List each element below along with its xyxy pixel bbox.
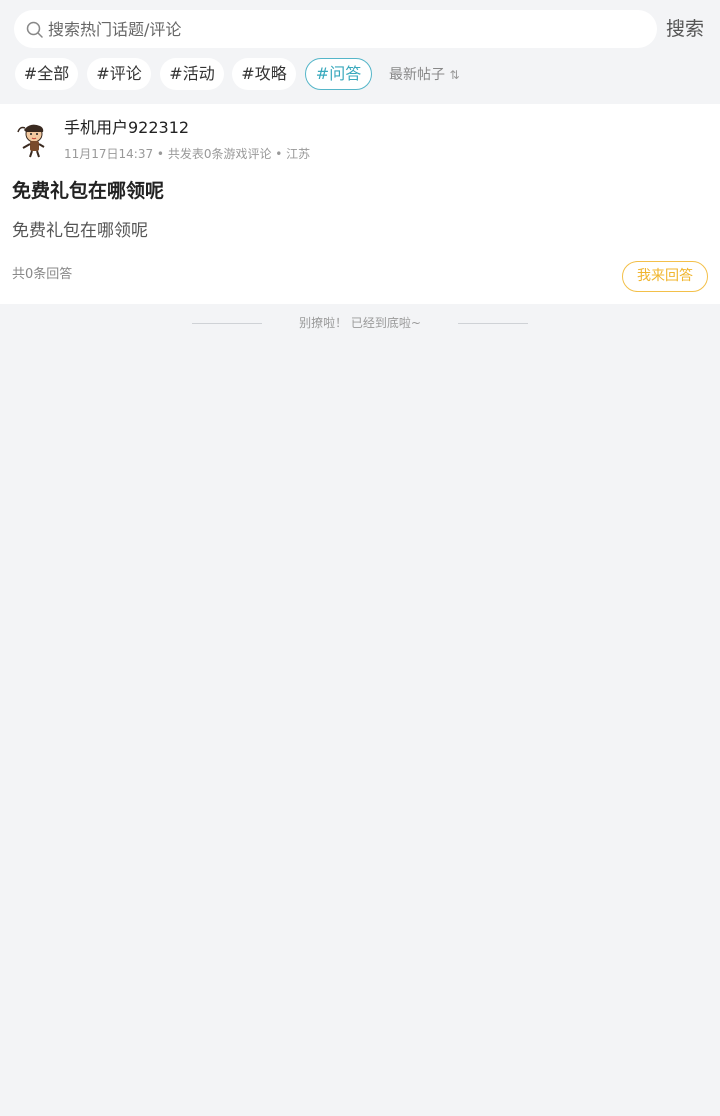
search-box[interactable] xyxy=(14,10,657,48)
post-username[interactable]: 手机用户922312 xyxy=(64,117,189,139)
answer-count: 共0条回答 xyxy=(12,267,73,282)
post-title[interactable]: 免费礼包在哪领呢 xyxy=(12,177,164,205)
avatar-character-icon xyxy=(12,118,54,160)
answer-button[interactable]: 我来回答 xyxy=(622,261,708,292)
end-divider-right xyxy=(458,323,528,324)
search-input[interactable] xyxy=(48,10,648,48)
tag-qa[interactable]: #问答 xyxy=(305,58,372,90)
tag-events[interactable]: #活动 xyxy=(160,58,224,90)
tag-guides[interactable]: #攻略 xyxy=(232,58,296,90)
post-body[interactable]: 免费礼包在哪领呢 xyxy=(12,218,148,244)
tag-comments[interactable]: #评论 xyxy=(87,58,151,90)
end-of-list-text: 别撩啦！ 已经到底啦~ xyxy=(299,316,421,330)
sort-label: 最新帖子 xyxy=(389,67,445,83)
post-meta: 11月17日14:37 • 共发表0条游戏评论 • 江苏 xyxy=(64,147,311,161)
tag-all[interactable]: #全部 xyxy=(15,58,78,90)
search-button[interactable]: 搜索 xyxy=(666,16,704,42)
sort-button[interactable]: 最新帖子 ⇅ xyxy=(389,64,460,86)
post-card[interactable]: 手机用户922312 11月17日14:37 • 共发表0条游戏评论 • 江苏 … xyxy=(0,104,720,304)
sort-arrows-icon: ⇅ xyxy=(449,68,460,82)
avatar[interactable] xyxy=(12,118,54,160)
top-bar: 搜索 #全部 #评论 #活动 #攻略 #问答 最新帖子 ⇅ xyxy=(0,0,720,104)
search-icon xyxy=(26,21,43,38)
